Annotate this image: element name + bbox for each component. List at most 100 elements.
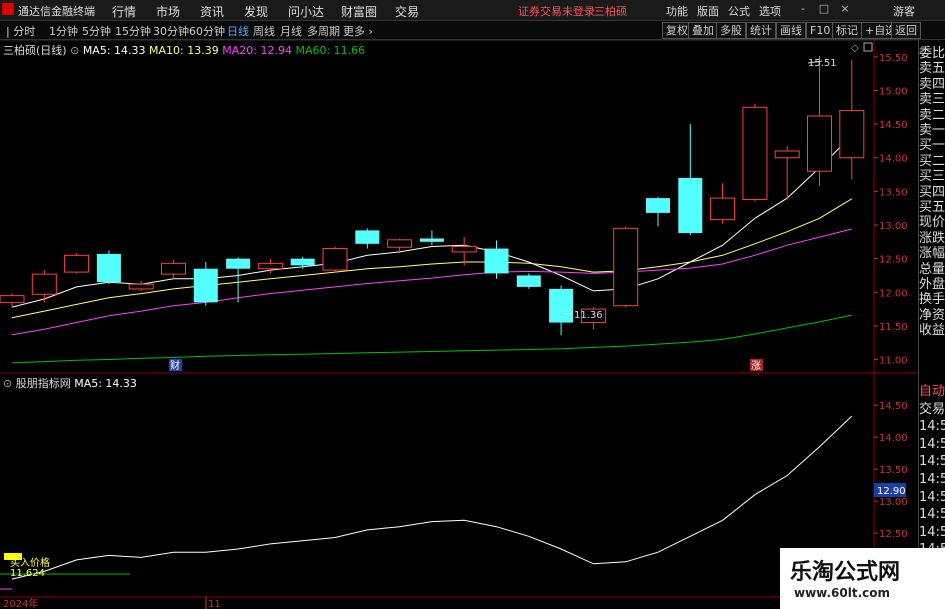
- candle-body-down: [355, 230, 380, 244]
- overlay-button[interactable]: 叠加: [688, 22, 718, 39]
- menu-discover[interactable]: 发现: [244, 3, 268, 20]
- candle-body-down: [678, 177, 703, 234]
- period-bar: | 分时 1分钟 5分钟 15分钟 30分钟 60分钟 日线 周线 月线 多周期…: [0, 21, 945, 40]
- trade-login-status[interactable]: 证券交易未登录: [518, 3, 595, 19]
- menu-formula[interactable]: 公式: [728, 3, 750, 19]
- candle-body-down: [419, 238, 444, 242]
- indicator-header: ⊙ 股朋指标网 MA5: 14.33: [3, 375, 137, 391]
- candlestick-series[interactable]: [0, 56, 865, 336]
- diamond-icon[interactable]: ◇: [851, 43, 859, 54]
- chevron-down-icon[interactable]: ⊙: [70, 44, 79, 57]
- tab-monthly[interactable]: 月线: [280, 23, 302, 39]
- candle-body-down: [290, 258, 315, 266]
- tab-15min[interactable]: 15分钟: [115, 23, 151, 39]
- tab-intraday[interactable]: | 分时: [6, 23, 35, 39]
- title-bar: 通达信金融终端 行情 市场 资讯 发现 问小达 财富圈 交易 证券交易未登录 三…: [0, 0, 945, 21]
- low-price-label: 11.36: [574, 310, 603, 321]
- menu-trade[interactable]: 交易: [395, 3, 419, 20]
- tab-5min[interactable]: 5分钟: [82, 23, 111, 39]
- menu-quotes[interactable]: 行情: [112, 3, 136, 20]
- event-mark-finance-label: 财: [170, 359, 180, 372]
- tab-weekly[interactable]: 周线: [253, 23, 275, 39]
- menu-news[interactable]: 资讯: [200, 3, 224, 20]
- indicator-title[interactable]: 股朋指标网: [16, 377, 71, 390]
- side-quote-label: 委比: [919, 46, 945, 61]
- menu-options[interactable]: 选项: [759, 3, 781, 19]
- stock-chart-title[interactable]: 三柏硕(日线): [3, 44, 67, 57]
- f10-button[interactable]: F10: [806, 22, 835, 39]
- indicator-tick-label: 14.00: [879, 433, 908, 444]
- indicator-tick-label: 13.50: [879, 465, 908, 476]
- side-quote-label: 卖四: [919, 76, 945, 92]
- candle-body-up: [742, 106, 768, 200]
- candle-body-down: [549, 288, 574, 323]
- current-stock-name: 三柏硕: [594, 5, 627, 18]
- user-label[interactable]: 游客: [893, 3, 915, 19]
- statistics-button[interactable]: 统计: [746, 22, 776, 39]
- side-trade-time: 14:56: [919, 436, 945, 452]
- side-trade-time: 14:56: [919, 507, 945, 523]
- ma-lines: [11, 135, 853, 364]
- indicator-menu-icon[interactable]: ⊙: [3, 377, 12, 390]
- price-tick-label: 14.50: [879, 120, 908, 131]
- tab-daily[interactable]: 日线: [227, 23, 249, 39]
- ma-line-ma5: [11, 135, 853, 308]
- expand-icon[interactable]: [863, 42, 873, 52]
- draw-line-button[interactable]: 画线: [776, 22, 806, 39]
- high-price-label: 15.51: [808, 58, 837, 69]
- menu-market[interactable]: 市场: [156, 3, 180, 20]
- candle-body-up: [807, 115, 832, 172]
- side-quote-label: 卖五: [919, 61, 945, 77]
- candle-body-down: [226, 258, 251, 269]
- tab-30min[interactable]: 30分钟: [153, 23, 189, 39]
- chart-svg[interactable]: 11.00 11.50 12.00 12.50 13.00 13.50 14.00 14.50…: [0, 40, 918, 609]
- candle-body-down: [484, 248, 509, 274]
- candle-body-up: [31, 273, 57, 295]
- candle-body-up: [0, 295, 25, 303]
- date-axis-month: 11: [208, 599, 221, 609]
- ma20-label: MA20: 12.94: [222, 44, 292, 57]
- main-chart-header: 三柏硕(日线) ⊙ MA5: 14.33 MA10: 13.39 MA20: 1…: [3, 42, 365, 58]
- side-quote-label: 净资: [919, 307, 945, 323]
- candle-body-up: [257, 262, 283, 270]
- tab-more[interactable]: 更多 ›: [343, 23, 373, 39]
- indicator-tick-label: 12.50: [879, 529, 908, 540]
- mark-button[interactable]: 标记: [832, 22, 862, 39]
- close-icon[interactable]: ×: [837, 2, 853, 16]
- maximize-icon[interactable]: □: [816, 2, 832, 16]
- candle-body-up: [387, 239, 413, 248]
- side-quote-label: 换手: [919, 292, 945, 308]
- menu-function[interactable]: 功能: [666, 3, 688, 19]
- candle-body-down: [96, 253, 121, 283]
- side-quote-label: 卖三: [919, 92, 945, 108]
- candle-body-up: [64, 254, 90, 273]
- side-quote-label: 卖二: [919, 107, 945, 123]
- tab-60min[interactable]: 60分钟: [189, 23, 225, 39]
- candle-body-up: [710, 197, 736, 221]
- current-value-text: 12.90: [877, 486, 906, 497]
- multi-stock-button[interactable]: 多股: [716, 22, 746, 39]
- indicator-tick-label: 13.00: [879, 497, 908, 508]
- indicator-axis: 12.50 13.00 13.50 14.00 14.50: [874, 401, 908, 540]
- back-button[interactable]: 返回: [891, 22, 921, 39]
- side-quote-label: 总量: [919, 261, 945, 277]
- side-trade-time: 14:56: [919, 454, 945, 470]
- side-quote-label: 涨幅: [919, 246, 945, 262]
- menu-layout[interactable]: 版面: [697, 3, 719, 19]
- watermark-url: www.60lt.com: [794, 586, 891, 600]
- minimize-icon[interactable]: -: [795, 2, 811, 16]
- side-trade-time: 14:56: [919, 419, 945, 435]
- price-tick-label: 12.50: [879, 255, 908, 266]
- price-tick-label: 11.50: [879, 322, 908, 333]
- side-trade-time: 14:56: [919, 472, 945, 487]
- ma10-label: MA10: 13.39: [149, 44, 219, 57]
- side-quote-label: 买三: [919, 169, 945, 185]
- side-trade-time: 14:56: [919, 489, 945, 505]
- price-tick-label: 15.00: [879, 86, 908, 97]
- side-quote-label: 收益: [919, 323, 945, 339]
- tab-multi-period[interactable]: 多周期: [307, 23, 340, 39]
- side-quote-label: 买五: [919, 200, 945, 215]
- tab-1min[interactable]: 1分钟: [49, 23, 78, 39]
- menu-ask[interactable]: 问小达: [288, 3, 324, 20]
- menu-wealth[interactable]: 财富圈: [341, 3, 377, 20]
